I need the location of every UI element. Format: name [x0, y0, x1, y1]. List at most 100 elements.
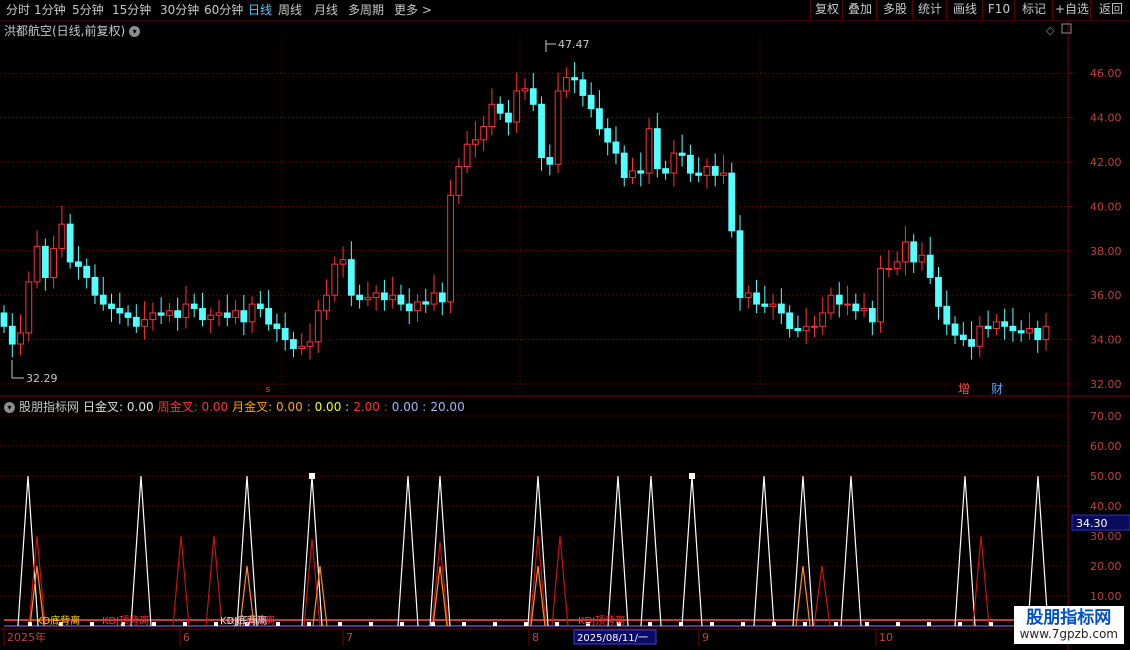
time-axis-label-4: 9 — [702, 631, 709, 644]
candle — [662, 160, 669, 180]
candle-body — [753, 292, 760, 305]
candle-body — [761, 303, 769, 307]
candle — [777, 288, 785, 325]
candle-body — [414, 301, 421, 312]
candle-body — [794, 328, 802, 332]
candle-body — [1017, 330, 1025, 334]
candle-body — [744, 292, 752, 298]
candle-body — [777, 303, 785, 314]
baseline-marker — [648, 622, 652, 626]
candle-body — [323, 294, 330, 312]
candle — [951, 316, 959, 345]
candle — [1034, 320, 1042, 353]
candle — [819, 297, 827, 336]
candle — [463, 131, 471, 174]
indicator-value-6: 20.00 — [430, 400, 465, 414]
candle-body — [108, 303, 115, 310]
candle-body — [662, 168, 669, 174]
candle-body — [306, 341, 314, 347]
candle — [918, 242, 926, 271]
watermark-title: 股朋指标网 — [1026, 608, 1112, 628]
orange-spike — [795, 565, 811, 627]
candle-body — [976, 325, 984, 347]
candle-body — [488, 103, 496, 127]
price-axis-label: 42.00 — [1090, 156, 1122, 169]
candle — [893, 251, 901, 276]
candle-body — [116, 308, 124, 314]
candle — [471, 121, 479, 158]
indicator-axis-label: 10.00 — [1090, 590, 1122, 603]
candle-body — [653, 128, 661, 170]
candle-body — [943, 305, 951, 325]
candle-body — [265, 308, 273, 325]
time-axis-label-0: 2025年 — [7, 630, 46, 644]
candle-body — [166, 310, 173, 316]
candle-body — [199, 308, 206, 321]
candle — [488, 88, 496, 136]
baseline-marker — [555, 622, 559, 626]
white-spike — [640, 475, 662, 627]
candle-body — [58, 223, 66, 250]
candle — [926, 236, 934, 285]
candle — [612, 126, 620, 165]
candle-body — [819, 312, 827, 327]
candle — [703, 158, 711, 189]
baseline-marker — [741, 622, 745, 626]
white-spike — [301, 475, 323, 627]
candle-body — [562, 77, 570, 92]
candle — [447, 179, 454, 313]
candle-body — [438, 292, 446, 303]
candle — [546, 144, 554, 176]
peak-marker — [309, 473, 315, 479]
candle-body — [356, 294, 363, 301]
candle-body — [273, 323, 281, 329]
candle — [99, 276, 107, 311]
candle-body — [1009, 325, 1017, 332]
candle-body — [223, 312, 231, 318]
candle — [596, 90, 603, 136]
candle-body — [918, 254, 926, 263]
candle-body — [215, 312, 223, 316]
red-spike — [972, 535, 990, 627]
candle — [207, 307, 215, 333]
candle — [736, 215, 744, 311]
indicator-menu-icon[interactable]: ▾ — [4, 402, 15, 413]
indicator-legend: ▾ 股朋指标网 日金叉: 0.00 周金叉: 0.00 月金叉: 0.00 :0.00 … — [4, 398, 469, 415]
candle — [1026, 312, 1033, 340]
candle-body — [455, 165, 463, 196]
high-price-label: 47.47 — [558, 38, 590, 51]
baseline-marker — [865, 622, 869, 626]
candle — [256, 290, 264, 318]
baseline-marker — [524, 622, 528, 626]
baseline-marker — [214, 622, 218, 626]
candle — [844, 285, 851, 316]
candle — [314, 300, 322, 353]
candle — [199, 292, 206, 327]
candle-body — [75, 261, 82, 267]
candle — [554, 72, 562, 174]
candle — [174, 297, 182, 331]
price-axis-label: 46.00 — [1090, 67, 1122, 80]
baseline-marker — [803, 622, 807, 626]
candle-body — [1001, 321, 1009, 327]
candle-body — [149, 312, 157, 321]
candle — [976, 315, 984, 358]
candle-body — [554, 90, 562, 165]
candle-body — [802, 325, 810, 332]
candle-body — [678, 152, 686, 156]
candle — [744, 285, 752, 309]
white-spike — [1027, 475, 1049, 627]
candle-body — [910, 241, 918, 263]
candle — [8, 313, 16, 358]
baseline-marker — [462, 622, 466, 626]
candle-body — [339, 259, 347, 265]
candle-body — [389, 294, 397, 301]
candle — [505, 100, 512, 136]
candle — [959, 322, 967, 347]
candle-body — [430, 292, 438, 305]
indicator-axis-label: 20.00 — [1090, 560, 1122, 573]
baseline-marker — [276, 622, 280, 626]
cursor-date-label: 2025/08/11/一 — [577, 633, 648, 644]
candle — [968, 321, 975, 360]
candle-body — [447, 194, 454, 303]
